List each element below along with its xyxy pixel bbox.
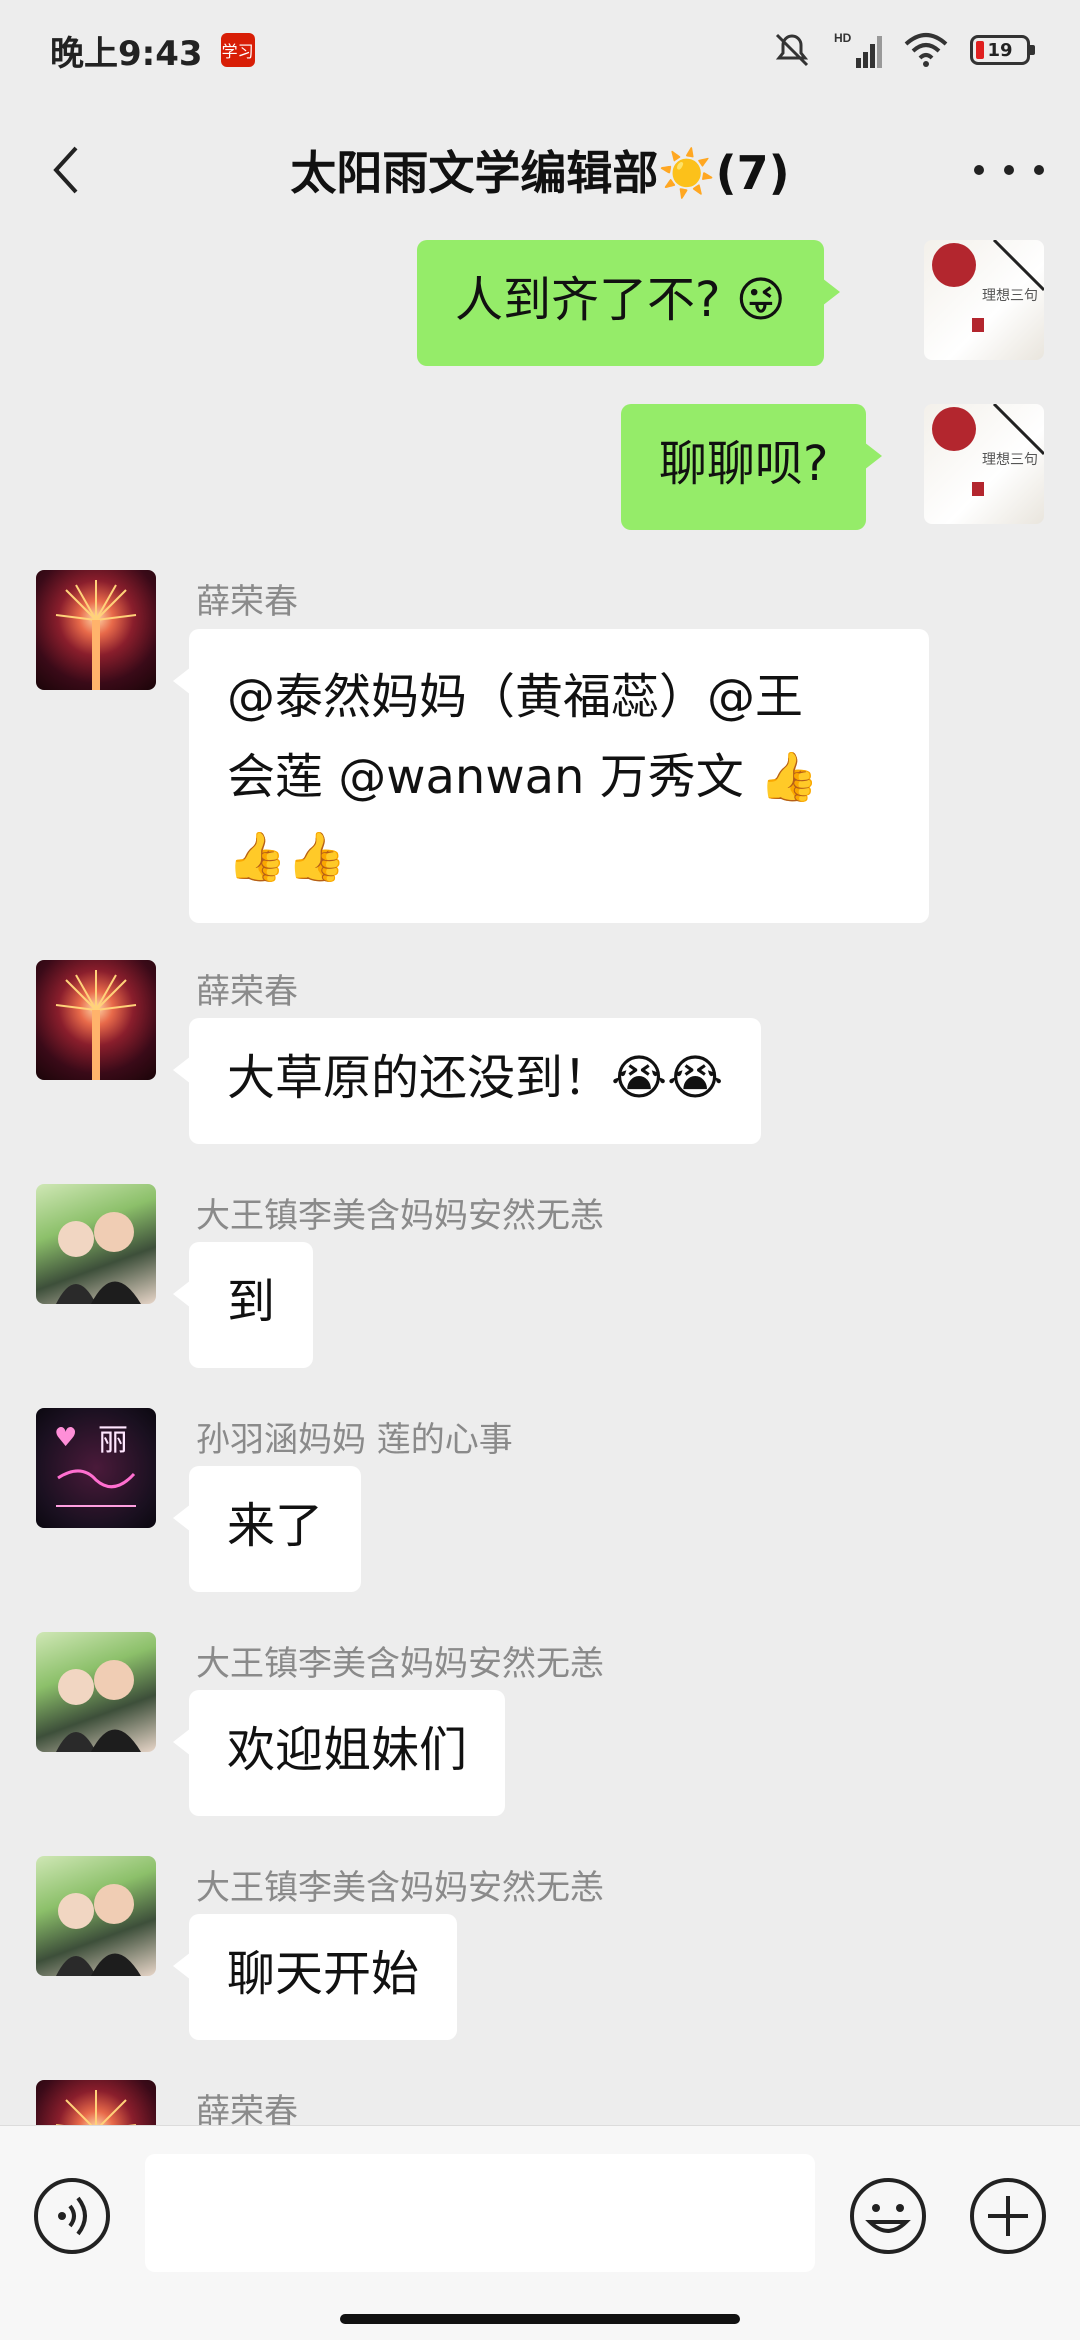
- plus-icon[interactable]: [968, 2176, 1048, 2256]
- avatar[interactable]: [36, 1184, 156, 1304]
- battery-level: 19: [987, 39, 1013, 61]
- sender-name: 薛荣春: [196, 972, 298, 1012]
- avatar[interactable]: [36, 960, 156, 1080]
- message-text: 到: [227, 1274, 276, 1330]
- avatar[interactable]: ♥ 丽: [36, 1408, 156, 1528]
- photo-avatar-art: [56, 1660, 141, 1752]
- message-text: 大草原的还没到！😭😭: [227, 1050, 724, 1106]
- message-bubble[interactable]: 大草原的还没到！😭😭: [172, 1018, 762, 1144]
- message-bubble[interactable]: @泰然妈妈（黄福蕊）@王 会莲 @wanwan 万秀文 👍 👍👍: [173, 629, 929, 923]
- firework-avatar-art: [55, 580, 137, 690]
- avatar[interactable]: [36, 1632, 156, 1752]
- emoji-icon[interactable]: [848, 2176, 928, 2256]
- self-avatar-art: 理想三句: [932, 240, 1044, 332]
- sender-name: 大王镇李美含妈妈安然无恙: [196, 1196, 604, 1236]
- message-bubble[interactable]: 聊天开始: [172, 1914, 458, 2040]
- wifi-icon: [904, 33, 948, 67]
- more-icon[interactable]: [974, 150, 1044, 190]
- status-left: 晚上9:43 学习: [50, 26, 255, 75]
- sender-name: 薛荣春: [196, 582, 298, 622]
- message-text-line: @泰然妈妈（黄福蕊）@王: [227, 669, 804, 725]
- message-bubble[interactable]: 人到齐了不? 😜: [417, 240, 840, 366]
- message-list[interactable]: 人到齐了不? 😜 理想三句 聊聊呗? 理想三句 薛荣春 @泰然妈妈（黄福蕊）@王…: [0, 240, 1080, 2125]
- firework-avatar-art: [55, 970, 137, 1080]
- neon-avatar-art: ♥ 丽: [54, 1423, 136, 1507]
- svg-text:♥: ♥: [54, 1423, 77, 1453]
- firework-avatar-art: [56, 2090, 136, 2125]
- photo-avatar-art: [56, 1884, 141, 1976]
- mute-icon: [775, 33, 809, 67]
- message-input[interactable]: [145, 2154, 815, 2272]
- message-bubble[interactable]: 欢迎姐妹们: [172, 1690, 506, 1816]
- chat-header: 太阳雨文学编辑部☀️(7): [0, 100, 1080, 240]
- message-bubble[interactable]: 来了: [172, 1466, 362, 1592]
- sender-name: 大王镇李美含妈妈安然无恙: [196, 1644, 604, 1684]
- message-text: 欢迎姐妹们: [227, 1722, 468, 1778]
- sender-name: 大王镇李美含妈妈安然无恙: [196, 1868, 604, 1908]
- voice-icon[interactable]: [32, 2176, 112, 2256]
- avatar[interactable]: [36, 2080, 156, 2125]
- back-arrow-icon[interactable]: [40, 140, 100, 200]
- message-text-line: 会莲 @wanwan 万秀文 👍: [227, 749, 819, 805]
- status-bar: 晚上9:43 学习 HD 19: [0, 0, 1080, 100]
- hd-label: HD: [834, 31, 852, 45]
- avatar[interactable]: 理想三句: [924, 240, 1044, 360]
- status-time: 晚上9:43: [50, 33, 203, 74]
- message-text-line: 👍👍: [227, 829, 347, 885]
- message-text: 人到齐了不? 😜: [455, 272, 786, 328]
- message-text: 聊天开始: [227, 1946, 420, 2002]
- xuexi-app-icon: 学习: [220, 33, 255, 67]
- signal-icon: HD: [834, 31, 882, 68]
- avatar[interactable]: 理想三句: [924, 404, 1044, 524]
- message-bubble[interactable]: 到: [172, 1242, 314, 1368]
- message-bubble[interactable]: 聊聊呗?: [621, 404, 884, 530]
- sender-name: 薛荣春: [196, 2092, 298, 2125]
- battery-icon: 19: [970, 35, 1035, 65]
- self-avatar-caption: 理想三句: [982, 288, 1038, 304]
- home-indicator[interactable]: [340, 2314, 740, 2324]
- message-text: 来了: [227, 1498, 324, 1554]
- status-right: HD 19: [772, 30, 1035, 70]
- message-text: 聊聊呗?: [659, 436, 829, 492]
- avatar[interactable]: [36, 1856, 156, 1976]
- self-avatar-caption: 理想三句: [982, 452, 1038, 468]
- chat-title: 太阳雨文学编辑部☀️(7): [290, 146, 790, 200]
- self-avatar-art: 理想三句: [932, 404, 1044, 496]
- avatar[interactable]: [36, 570, 156, 690]
- photo-avatar-art: [56, 1212, 141, 1304]
- neon-avatar-caption: 丽: [98, 1423, 128, 1458]
- sender-name: 孙羽涵妈妈 莲的心事: [196, 1420, 513, 1460]
- input-bar: [0, 2125, 1080, 2340]
